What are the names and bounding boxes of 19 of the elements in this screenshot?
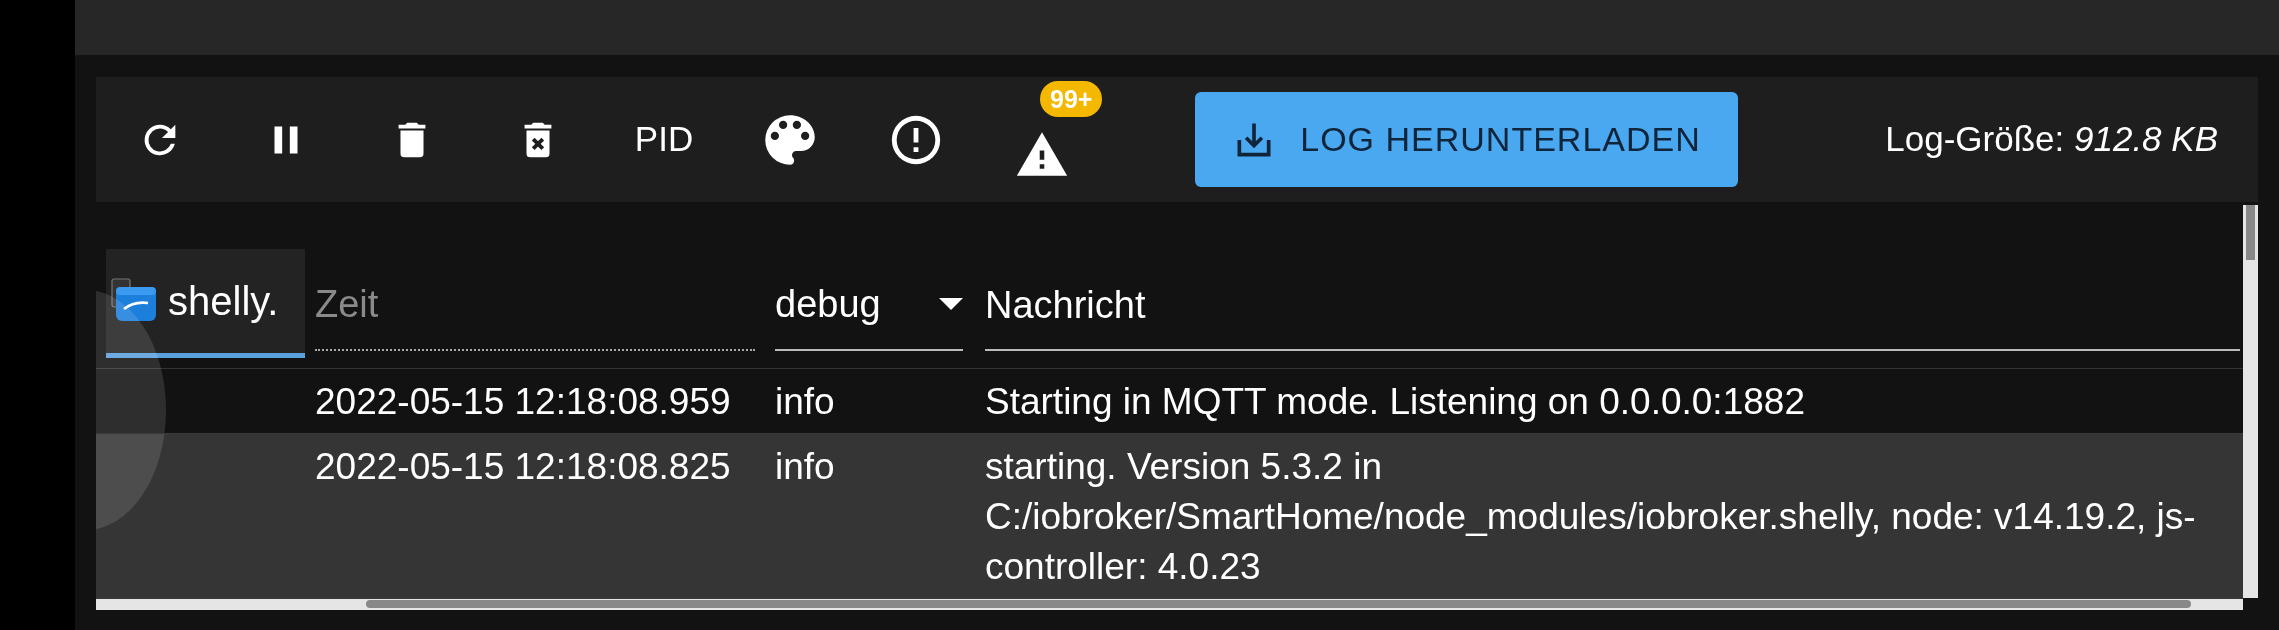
message-text: Starting in MQTT mode. Listening on 0.0.0.0:1882 [985,380,1806,424]
timestamp-text: 2022-05-15 12:18:08.825 [315,445,732,489]
download-log-button[interactable]: LOG HERUNTERLADEN [1195,92,1738,187]
source-tab[interactable]: shelly. [106,249,305,358]
count-badge: 99+ [1040,80,1103,117]
vertical-scrollbar[interactable] [2243,205,2258,598]
pid-button[interactable]: PID [628,103,700,176]
time-filter-field[interactable]: Zeit [315,275,755,351]
log-row[interactable]: 2022-05-15 12:18:08.825 info starting. Version 5.3.2 in C:/iobroker/SmartHome/node_modules/iobroker.shelly, node: v14.19.2, js-controller: 4.0.23 [96,434,2243,599]
level-select[interactable]: debug [775,275,963,351]
log-size-text: Log-Größe: 912.8 KB [1885,118,2218,161]
horizontal-scrollbar[interactable] [96,598,2243,610]
column-header: Nachricht [985,275,2240,351]
level-text: info [775,445,836,489]
log-row[interactable]: 2022-05-15 12:18:08.959 info Starting in MQTT mode. Listening on 0.0.0.0:1882 [96,369,2243,434]
level-text: info [775,380,836,424]
timestamp-text: 2022-05-15 12:18:08.959 [315,380,732,424]
message-text: starting. Version 5.3.2 in C:/iobroker/SmartHome/node_modules/iobroker.shelly, node: v14.19.2, js-controller: 4.0.23 [985,445,2197,589]
caret-icon [939,298,963,310]
